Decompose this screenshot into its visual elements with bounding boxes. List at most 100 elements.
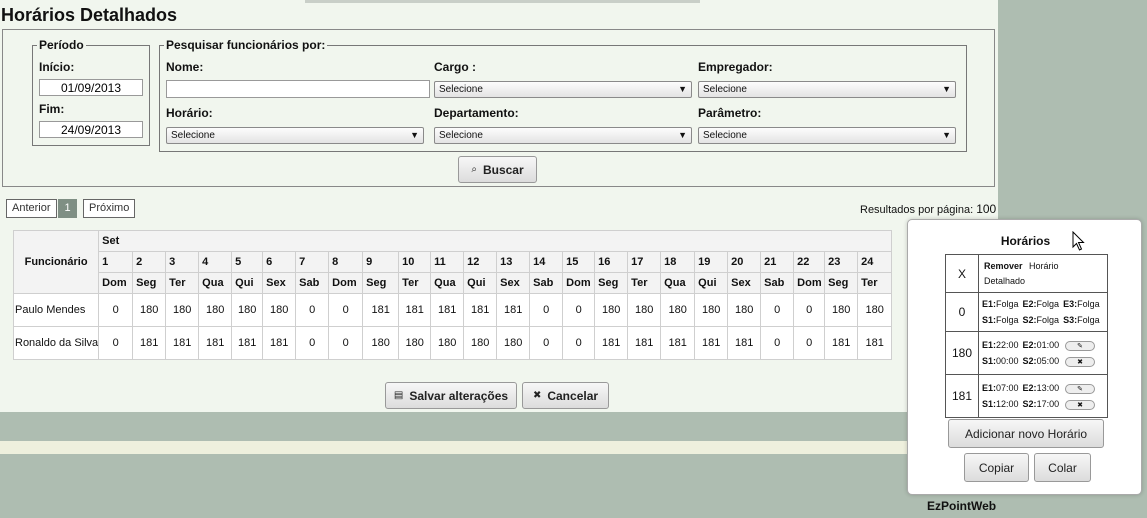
colar-button[interactable]: Colar xyxy=(1034,453,1091,482)
cargo-label-text: Cargo : xyxy=(434,60,476,74)
empregador-select[interactable]: Selecione ▼ xyxy=(698,81,956,98)
schedule-cell[interactable]: 180 xyxy=(727,293,762,327)
schedule-cell[interactable]: 180 xyxy=(594,293,629,327)
horario-code[interactable]: 0 xyxy=(945,292,979,332)
schedule-cell[interactable]: 181 xyxy=(660,326,696,360)
schedule-cell[interactable]: 180 xyxy=(660,293,696,327)
schedule-cell[interactable]: 0 xyxy=(98,326,134,360)
horario-row[interactable]: 180 E1:22:00 E2:01:00 ✎ S1:00:00 S2:05:00 ✖ xyxy=(945,331,1108,375)
dropdown-arrow-icon: ▼ xyxy=(942,84,951,94)
departamento-select[interactable]: Selecione ▼ xyxy=(434,127,692,144)
schedule-cell[interactable]: 0 xyxy=(562,293,596,327)
horario-row[interactable]: 0 E1:Folga E2:Folga E3:Folga S1:Folga S2:Folg… xyxy=(945,292,1108,332)
periodo-legend: Período xyxy=(39,38,84,52)
weekday-header: Seg xyxy=(824,272,859,294)
remove-code[interactable]: X xyxy=(945,254,979,293)
horario-code[interactable]: 181 xyxy=(945,374,979,418)
schedule-cell[interactable]: 181 xyxy=(594,326,629,360)
schedule-cell[interactable]: 0 xyxy=(328,326,364,360)
schedule-cell[interactable]: 180 xyxy=(398,326,432,360)
fim-date-input[interactable] xyxy=(39,121,143,138)
schedule-cell[interactable]: 0 xyxy=(760,293,795,327)
schedule-cell[interactable]: 180 xyxy=(198,293,233,327)
horario-key: E1: xyxy=(982,299,997,309)
schedule-cell[interactable]: 180 xyxy=(824,293,859,327)
horario-code[interactable]: 180 xyxy=(945,331,979,375)
weekday-header: Dom xyxy=(328,272,364,294)
day-header: 13 xyxy=(496,251,531,273)
remove-cell: Remover Horário Detalhado xyxy=(978,254,1108,293)
schedule-cell[interactable]: 181 xyxy=(231,326,264,360)
per-page-value[interactable]: 100 xyxy=(976,202,996,216)
schedule-cell[interactable]: 0 xyxy=(295,326,330,360)
schedule-cell[interactable]: 0 xyxy=(793,293,826,327)
schedule-cell[interactable]: 180 xyxy=(362,326,400,360)
edit-icon[interactable]: ✎ xyxy=(1065,340,1096,351)
schedule-cell[interactable]: 181 xyxy=(694,326,729,360)
horarios-table: X Remover Horário Detalhado 0 E1:Folga E2:… xyxy=(945,254,1108,418)
schedule-cell[interactable]: 0 xyxy=(529,293,564,327)
schedule-cell[interactable]: 180 xyxy=(132,293,167,327)
schedule-cell[interactable]: 0 xyxy=(562,326,596,360)
inicio-date-input[interactable] xyxy=(39,79,143,96)
dropdown-arrow-icon: ▼ xyxy=(410,130,419,140)
schedule-cell[interactable]: 181 xyxy=(727,326,762,360)
schedule-cell[interactable]: 180 xyxy=(262,293,297,327)
cancelar-button[interactable]: ✖ Cancelar xyxy=(522,382,609,409)
schedule-cell[interactable]: 181 xyxy=(362,293,400,327)
schedule-cell[interactable]: 181 xyxy=(463,293,498,327)
day-header: 7 xyxy=(295,251,330,273)
current-page[interactable]: 1 xyxy=(58,199,77,218)
schedule-cell[interactable]: 181 xyxy=(857,326,893,360)
horario-key: E2: xyxy=(1022,299,1037,309)
buscar-button[interactable]: ⌕ Buscar xyxy=(458,156,537,183)
schedule-cell[interactable]: 180 xyxy=(694,293,729,327)
schedule-cell[interactable]: 0 xyxy=(760,326,795,360)
schedule-cell[interactable]: 181 xyxy=(132,326,167,360)
schedule-cell[interactable]: 0 xyxy=(295,293,330,327)
schedule-cell[interactable]: 181 xyxy=(496,293,531,327)
schedule-cell[interactable]: 0 xyxy=(98,293,134,327)
schedule-cell[interactable]: 180 xyxy=(231,293,264,327)
page-title: Horários Detalhados xyxy=(1,5,178,25)
weekday-header: Sab xyxy=(529,272,564,294)
remove-row[interactable]: X Remover Horário Detalhado xyxy=(945,254,1108,293)
schedule-cell[interactable]: 180 xyxy=(165,293,200,327)
schedule-cell[interactable]: 0 xyxy=(793,326,826,360)
schedule-cell[interactable]: 181 xyxy=(627,326,662,360)
schedule-cell[interactable]: 181 xyxy=(165,326,200,360)
schedule-cell[interactable]: 180 xyxy=(496,326,531,360)
schedule-cell[interactable]: 181 xyxy=(398,293,432,327)
schedule-cell[interactable]: 181 xyxy=(430,293,465,327)
per-page-info: Resultados por página: 100 xyxy=(860,202,996,216)
cargo-select[interactable]: Selecione ▼ xyxy=(434,81,692,98)
schedule-cell[interactable]: 181 xyxy=(262,326,297,360)
nome-input[interactable] xyxy=(166,80,430,98)
weekday-header: Dom xyxy=(562,272,596,294)
salvar-button[interactable]: ▤ Salvar alterações xyxy=(385,382,517,409)
schedule-cell[interactable]: 0 xyxy=(328,293,364,327)
copiar-button[interactable]: Copiar xyxy=(964,453,1029,482)
schedule-cell[interactable]: 181 xyxy=(824,326,859,360)
popup-title: Horários xyxy=(1000,234,1051,248)
weekday-header: Qua xyxy=(660,272,696,294)
horario-key: S2: xyxy=(1022,315,1037,325)
horario-row[interactable]: 181 E1:07:00 E2:13:00 ✎ S1:12:00 S2:17:00 ✖ xyxy=(945,374,1108,418)
schedule-cell[interactable]: 181 xyxy=(198,326,233,360)
schedule-cell[interactable]: 180 xyxy=(627,293,662,327)
schedule-cell[interactable]: 180 xyxy=(430,326,465,360)
horario-time: 22:00 xyxy=(996,340,1019,350)
day-header: 5 xyxy=(231,251,264,273)
delete-icon[interactable]: ✖ xyxy=(1065,356,1096,367)
horario-select[interactable]: Selecione ▼ xyxy=(166,127,424,144)
edit-icon[interactable]: ✎ xyxy=(1065,383,1096,394)
schedule-cell[interactable]: 0 xyxy=(529,326,564,360)
delete-icon[interactable]: ✖ xyxy=(1065,399,1096,410)
proximo-button[interactable]: Próximo xyxy=(83,199,136,218)
schedule-cell[interactable]: 180 xyxy=(463,326,498,360)
parametro-label: Parâmetro: xyxy=(698,106,762,120)
schedule-cell[interactable]: 180 xyxy=(857,293,893,327)
anterior-button[interactable]: Anterior xyxy=(6,199,57,218)
parametro-select[interactable]: Selecione ▼ xyxy=(698,127,956,144)
add-horario-button[interactable]: Adicionar novo Horário xyxy=(948,419,1104,448)
